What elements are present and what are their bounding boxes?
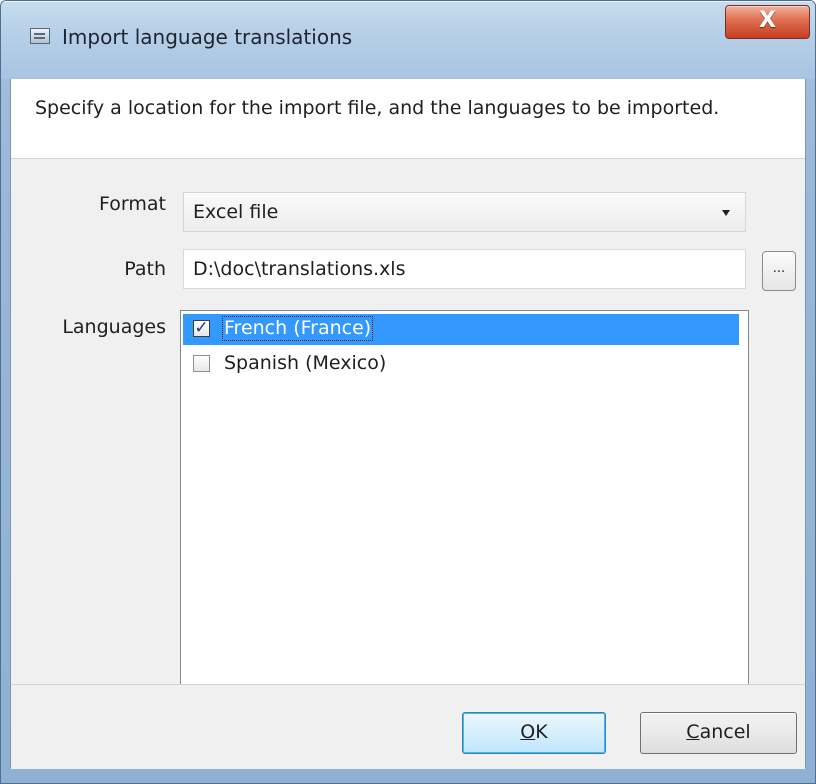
ok-button[interactable]: OK — [462, 712, 606, 754]
window-title: Import language translations — [62, 25, 353, 49]
dialog-footer: OK Cancel — [11, 684, 805, 769]
instruction-panel: Specify a location for the import file, … — [11, 79, 805, 159]
language-item-spanish-mexico[interactable]: Spanish (Mexico) — [183, 349, 739, 380]
close-button[interactable]: X — [725, 5, 810, 39]
chevron-down-icon — [722, 210, 730, 216]
dialog-content: Specify a location for the import file, … — [10, 79, 806, 769]
language-item-french-france[interactable]: ✓ French (France) — [183, 314, 739, 345]
french-france-checkbox[interactable]: ✓ — [193, 320, 210, 337]
language-label: Spanish (Mexico) — [224, 352, 387, 374]
languages-list[interactable]: ✓ French (France) Spanish (Mexico) — [180, 310, 749, 748]
titlebar: Import language translations X — [1, 1, 815, 79]
language-dialog-icon — [30, 28, 50, 44]
language-label: French (France) — [222, 316, 374, 341]
format-label: Format — [99, 193, 166, 215]
browse-button[interactable]: ... — [762, 251, 796, 291]
format-selected-value: Excel file — [193, 201, 279, 223]
cancel-button[interactable]: Cancel — [640, 712, 797, 754]
spanish-mexico-checkbox[interactable] — [193, 355, 210, 372]
languages-label: Languages — [62, 316, 166, 338]
checkmark-icon: ✓ — [194, 318, 209, 338]
instruction-text: Specify a location for the import file, … — [35, 97, 720, 119]
path-input[interactable] — [183, 249, 746, 289]
format-select[interactable]: Excel file — [183, 192, 746, 232]
path-label: Path — [124, 258, 166, 280]
import-language-translations-dialog: Import language translations X Specify a… — [0, 0, 816, 784]
